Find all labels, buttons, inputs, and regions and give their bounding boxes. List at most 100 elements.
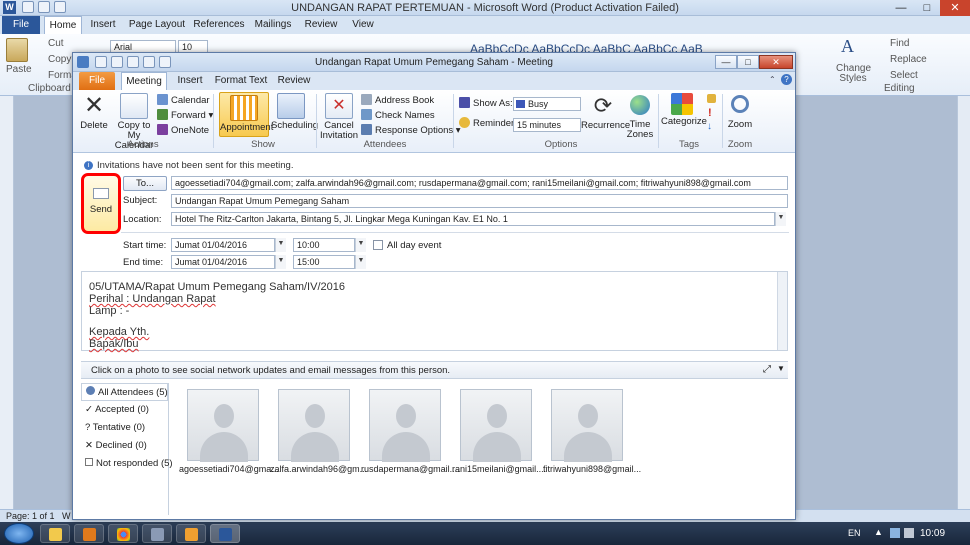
filter-tentative[interactable]: ? Tentative (0) <box>81 419 168 437</box>
low-importance-icon[interactable]: ↓ <box>707 121 712 132</box>
to-field[interactable]: agoessetiadi704@gmail.com; zalfa.arwinda… <box>171 176 788 190</box>
zoom-button[interactable]: Zoom <box>725 93 755 130</box>
collapse-icon[interactable]: ▼ <box>777 364 785 373</box>
taskbar-outlook[interactable] <box>176 524 206 543</box>
end-time-dropdown-icon[interactable]: ▼ <box>355 255 366 269</box>
change-styles-button[interactable]: Change Styles <box>836 64 871 84</box>
expand-icon[interactable]: ⤢ <box>763 364 771 375</box>
end-date-field[interactable]: Jumat 01/04/2016 <box>171 255 275 269</box>
cancel-invitation-button[interactable]: ✕ Cancel Invitation <box>319 93 359 141</box>
tray-arrow-icon[interactable]: ▲ <box>874 527 883 537</box>
attendee-name-5[interactable]: fitriwahyuni898@gmail... <box>543 464 641 474</box>
ribbon-minimize-icon[interactable]: ⌃ <box>769 75 776 84</box>
volume-icon[interactable] <box>904 528 914 538</box>
private-lock-icon[interactable] <box>707 94 716 103</box>
high-importance-icon[interactable]: ! <box>708 107 712 119</box>
meeting-close-button[interactable]: ✕ <box>759 55 793 69</box>
message-body[interactable]: 05/UTAMA/Rapat Umum Pemegang Saham/IV/20… <box>81 271 788 351</box>
end-time-field[interactable]: 15:00 <box>293 255 355 269</box>
calendar-button[interactable]: Calendar <box>157 94 210 108</box>
word-maximize-button[interactable]: □ <box>914 0 940 16</box>
meeting-tab-file[interactable]: File <box>79 72 115 90</box>
attendee-photo-2[interactable] <box>278 389 350 462</box>
language-indicator[interactable]: EN <box>848 528 861 538</box>
appointment-button[interactable]: Appointment <box>219 92 273 137</box>
send-button[interactable]: Send <box>81 173 121 234</box>
cut-button[interactable]: Cut <box>48 38 64 49</box>
attendee-photo-1[interactable] <box>187 389 259 462</box>
attendee-name-2[interactable]: zalfa.arwindah96@gm... <box>270 464 367 474</box>
filter-accepted[interactable]: ✓ Accepted (0) <box>81 401 168 419</box>
reminder-select[interactable]: 15 minutes <box>513 118 581 132</box>
start-time-dropdown-icon[interactable]: ▼ <box>355 238 366 252</box>
meeting-minimize-button[interactable]: — <box>715 55 737 69</box>
attendee-photo-3[interactable] <box>369 389 441 462</box>
word-count[interactable]: W <box>62 510 71 522</box>
meeting-tab-insert[interactable]: Insert <box>171 72 209 90</box>
attendee-name-4[interactable]: rani15meilani@gmail.... <box>452 464 546 474</box>
location-field[interactable]: Hotel The Ritz-Carlton Jakarta, Bintang … <box>171 212 775 226</box>
response-options-button[interactable]: Response Options ▾ <box>361 124 461 138</box>
categorize-button[interactable]: Categorize <box>661 93 707 127</box>
attendee-photo-5[interactable] <box>551 389 623 462</box>
word-tab-mailings[interactable]: Mailings <box>250 16 296 34</box>
delete-label: Delete <box>80 120 108 131</box>
to-button[interactable]: To... <box>123 176 167 191</box>
word-tab-file[interactable]: File <box>2 16 40 34</box>
meeting-tab-meeting[interactable]: Meeting <box>121 72 167 90</box>
word-tab-insert[interactable]: Insert <box>84 16 122 34</box>
body-scrollbar[interactable] <box>777 272 787 350</box>
replace-button[interactable]: Replace <box>890 54 927 65</box>
paste-button[interactable]: Paste <box>6 64 32 75</box>
word-vertical-scrollbar[interactable] <box>957 96 970 509</box>
start-date-dropdown-icon[interactable]: ▼ <box>275 238 286 252</box>
subject-field[interactable]: Undangan Rapat Umum Pemegang Saham <box>171 194 788 208</box>
help-icon[interactable]: ? <box>781 74 792 85</box>
clock[interactable]: 10:09 <box>920 528 945 539</box>
show-as-select[interactable]: Busy <box>513 97 581 111</box>
delete-button[interactable]: ✕ Delete <box>79 93 109 131</box>
find-button[interactable]: Find <box>890 38 909 49</box>
filter-not-responded[interactable]: Not responded (5) <box>81 455 173 473</box>
network-icon[interactable] <box>890 528 900 538</box>
meeting-maximize-button[interactable]: □ <box>737 55 759 69</box>
meeting-tab-format-text[interactable]: Format Text <box>213 72 269 90</box>
word-close-button[interactable]: ✕ <box>940 0 970 16</box>
select-button[interactable]: Select <box>890 70 918 81</box>
start-date-field[interactable]: Jumat 01/04/2016 <box>171 238 275 252</box>
start-button[interactable] <box>4 523 34 544</box>
scheduling-button[interactable]: Scheduling <box>271 93 318 131</box>
copy-button[interactable]: Copy <box>48 54 71 65</box>
filter-all-attendees[interactable]: All Attendees (5) <box>81 383 168 401</box>
word-tab-home[interactable]: Home <box>44 16 82 34</box>
meeting-tab-review[interactable]: Review <box>273 72 315 90</box>
taskbar-app[interactable] <box>142 524 172 543</box>
onenote-button[interactable]: OneNote <box>157 124 209 138</box>
paste-icon[interactable] <box>6 38 28 62</box>
location-dropdown-icon[interactable]: ▼ <box>775 212 786 226</box>
start-time-field[interactable]: 10:00 <box>293 238 355 252</box>
word-minimize-button[interactable]: — <box>888 0 914 16</box>
forward-button[interactable]: Forward ▾ <box>157 109 213 123</box>
attendee-name-3[interactable]: rusdapermana@gmail.... <box>361 464 460 474</box>
taskbar-explorer[interactable] <box>40 524 70 543</box>
attendee-photo-4[interactable] <box>460 389 532 462</box>
change-styles-icon[interactable]: A <box>841 36 861 56</box>
filter-declined[interactable]: ✕ Declined (0) <box>81 437 168 455</box>
taskbar-word[interactable] <box>210 524 240 543</box>
meeting-ribbon: ✕ Delete Copy to My Calendar Calendar Fo… <box>73 90 795 153</box>
word-tab-references[interactable]: References <box>192 16 246 34</box>
recurrence-button[interactable]: ⟳ Recurrence <box>581 93 630 131</box>
address-book-button[interactable]: Address Book <box>361 94 434 108</box>
word-tab-view[interactable]: View <box>346 16 380 34</box>
end-date-dropdown-icon[interactable]: ▼ <box>275 255 286 269</box>
attendee-name-1[interactable]: agoessetiadi704@gma... <box>179 464 279 474</box>
check-names-button[interactable]: Check Names <box>361 109 435 123</box>
taskbar-chrome[interactable] <box>108 524 138 543</box>
time-zones-button[interactable]: Time Zones <box>625 93 655 140</box>
taskbar-media-player[interactable] <box>74 524 104 543</box>
word-tab-page-layout[interactable]: Page Layout <box>126 16 188 34</box>
word-tab-review[interactable]: Review <box>300 16 342 34</box>
page-count[interactable]: Page: 1 of 1 <box>6 510 55 522</box>
all-day-checkbox[interactable] <box>373 240 383 250</box>
